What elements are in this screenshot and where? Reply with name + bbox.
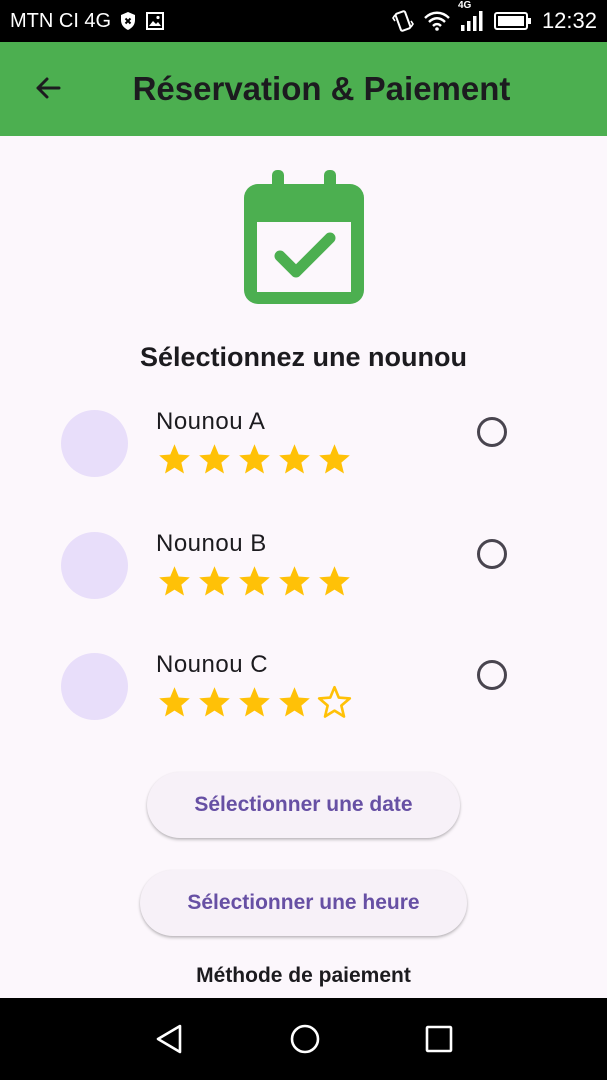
nanny-radio-button[interactable] — [477, 417, 507, 447]
star-filled-icon — [159, 566, 190, 596]
star-filled-icon — [319, 444, 350, 474]
calendar-check-icon — [244, 170, 364, 304]
signal-icon: 4G — [458, 0, 484, 32]
nanny-list-item[interactable]: Nounou A — [0, 402, 607, 502]
avatar — [61, 410, 128, 477]
nanny-radio-button[interactable] — [477, 660, 507, 690]
star-filled-icon — [199, 566, 230, 596]
wifi-icon — [424, 11, 450, 31]
home-nav-button[interactable] — [287, 1021, 323, 1057]
payment-method-label: Méthode de paiement — [196, 964, 411, 987]
app-bar: Réservation & Paiement — [0, 42, 607, 136]
nanny-list-item[interactable]: Nounou B — [0, 524, 607, 624]
star-filled-icon — [279, 687, 310, 717]
nanny-name: Nounou C — [156, 651, 269, 678]
star-filled-icon — [159, 444, 190, 474]
star-rating — [157, 442, 352, 477]
star-filled-icon — [279, 444, 310, 474]
star-rating — [157, 685, 352, 720]
image-icon — [145, 11, 165, 31]
shield-x-icon — [119, 11, 137, 31]
nanny-name: Nounou A — [156, 408, 266, 435]
page-title: Réservation & Paiement — [132, 70, 511, 107]
star-outline-icon — [317, 685, 352, 718]
clock: 12:32 — [541, 8, 597, 33]
select-time-button[interactable]: Sélectionner une heure — [140, 870, 467, 936]
carrier-label: MTN CI 4G — [10, 9, 112, 32]
arrow-left-icon — [36, 77, 61, 99]
network-badge: 4G — [457, 0, 472, 11]
star-filled-icon — [239, 444, 270, 474]
star-filled-icon — [199, 444, 230, 474]
avatar — [61, 653, 128, 720]
system-nav-bar — [0, 998, 607, 1080]
star-filled-icon — [199, 687, 230, 717]
status-bar: MTN CI 4G 4G 12:32 — [0, 0, 607, 42]
back-nav-button[interactable] — [151, 1021, 187, 1057]
back-button[interactable] — [24, 64, 72, 112]
nanny-radio-button[interactable] — [477, 539, 507, 569]
star-filled-icon — [239, 566, 270, 596]
vibrate-icon — [391, 9, 414, 33]
avatar — [61, 532, 128, 599]
recents-nav-button[interactable] — [421, 1021, 457, 1057]
triangle-back-icon — [156, 1024, 182, 1054]
circle-home-icon — [290, 1024, 320, 1054]
star-rating — [157, 564, 352, 599]
select-date-button[interactable]: Sélectionner une date — [147, 772, 460, 838]
star-filled-icon — [239, 687, 270, 717]
nanny-list-item[interactable]: Nounou C — [0, 645, 607, 745]
nanny-name: Nounou B — [156, 530, 267, 557]
section-title: Sélectionnez une nounou — [139, 342, 467, 372]
star-filled-icon — [319, 566, 350, 596]
content-area: Sélectionnez une nounou Nounou A Nounou … — [0, 136, 607, 998]
star-filled-icon — [159, 687, 190, 717]
square-recents-icon — [425, 1025, 453, 1053]
star-filled-icon — [279, 566, 310, 596]
battery-icon — [493, 11, 532, 31]
